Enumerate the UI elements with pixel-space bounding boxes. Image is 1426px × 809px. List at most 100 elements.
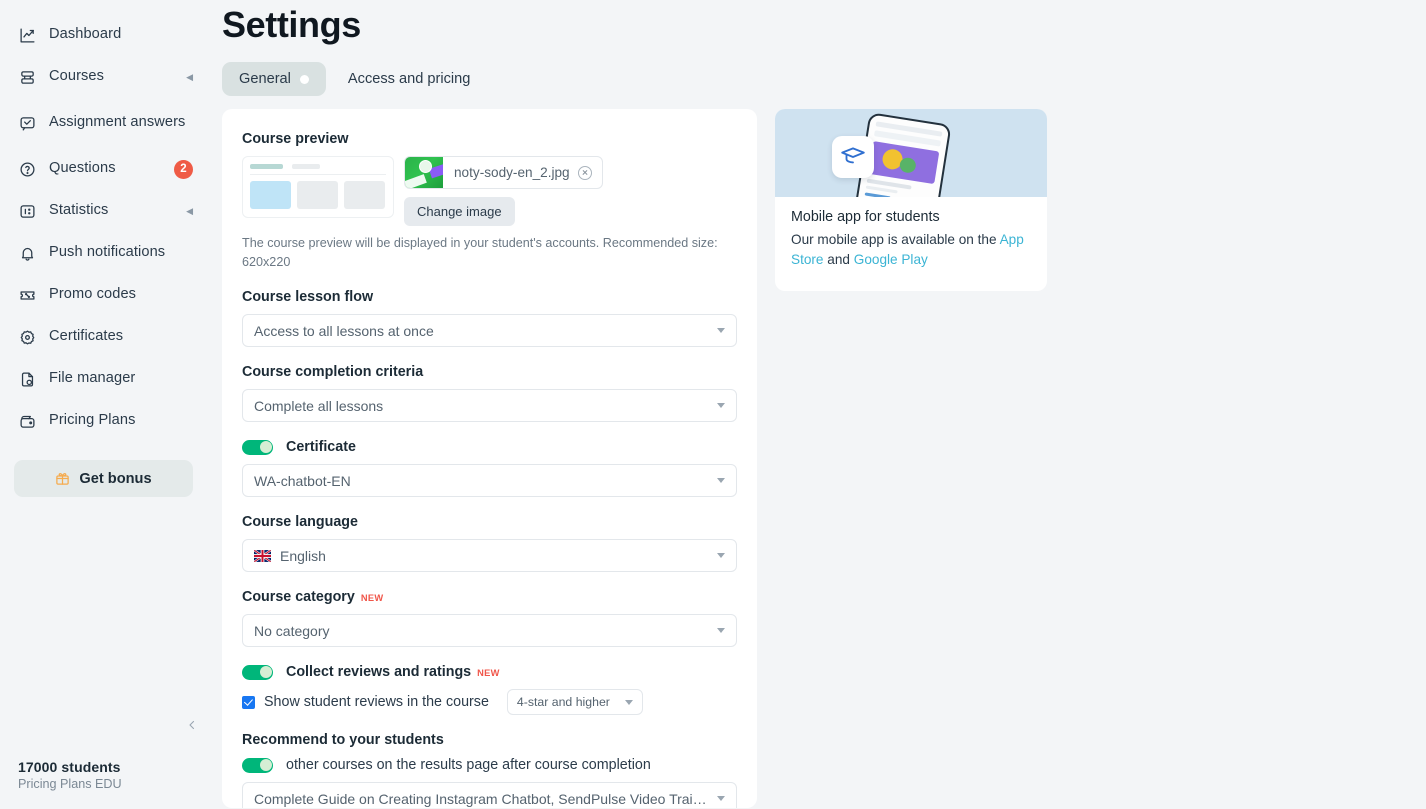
tab-general[interactable]: General: [222, 62, 326, 96]
promo-illustration: [775, 109, 1047, 197]
collect-reviews-toggle[interactable]: [242, 664, 273, 680]
sidebar: Dashboard Courses ◀ Assignment answers Q…: [0, 0, 207, 809]
sidebar-item-courses[interactable]: Courses ◀: [0, 56, 207, 98]
recommend-field: Recommend to your students other courses…: [242, 732, 737, 808]
sidebar-item-file-manager[interactable]: File manager: [0, 358, 207, 400]
sidebar-item-certificates[interactable]: Certificates: [0, 316, 207, 358]
statistics-icon: [18, 202, 36, 220]
sidebar-item-dashboard[interactable]: Dashboard: [0, 14, 207, 56]
course-lesson-flow-select[interactable]: Access to all lessons at once: [242, 314, 737, 348]
course-completion-criteria-field: Course completion criteria Complete all …: [242, 364, 737, 423]
recommend-label: Recommend to your students: [242, 732, 444, 749]
course-category-label: Course category: [242, 589, 355, 606]
tab-access-and-pricing[interactable]: Access and pricing: [331, 62, 488, 96]
file-cloud-icon: [18, 370, 36, 388]
message-check-icon: [18, 114, 36, 132]
course-preview-placeholder: [242, 156, 394, 218]
collect-reviews-label: Collect reviews and ratings: [286, 664, 472, 681]
mobile-app-promo-card: Mobile app for students Our mobile app i…: [775, 109, 1047, 291]
plan-name: Pricing Plans EDU: [18, 777, 122, 791]
course-category-select[interactable]: No category: [242, 614, 737, 648]
collect-reviews-toggle-row: Collect reviews and ratings NEW: [242, 664, 737, 680]
collapse-sidebar-chevron-icon[interactable]: [183, 716, 201, 734]
recommend-toggle-row: other courses on the results page after …: [242, 757, 737, 773]
page-title: Settings: [222, 4, 361, 45]
chevron-left-icon[interactable]: ◀: [186, 206, 193, 216]
recommended-courses-value: Complete Guide on Creating Instagram Cha…: [254, 790, 709, 807]
sidebar-item-label: Promo codes: [49, 286, 137, 303]
chevron-down-icon: [717, 403, 725, 409]
sidebar-item-label: Assignment answers: [49, 114, 186, 131]
sidebar-item-label: Pricing Plans: [49, 412, 136, 429]
sidebar-item-label: Courses: [49, 68, 105, 85]
chevron-left-icon[interactable]: ◀: [186, 72, 193, 82]
sidebar-item-label: File manager: [49, 370, 136, 387]
certificate-value: WA-chatbot-EN: [254, 472, 351, 489]
promo-text-and: and: [827, 252, 850, 268]
collect-reviews-label-row: Collect reviews and ratings NEW: [286, 664, 500, 680]
promo-body: Mobile app for students Our mobile app i…: [775, 197, 1047, 270]
new-badge: NEW: [477, 668, 500, 679]
sidebar-item-push-notifications[interactable]: Push notifications: [0, 232, 207, 274]
get-bonus-button[interactable]: Get bonus: [14, 460, 193, 497]
sidebar-item-assignment-answers[interactable]: Assignment answers: [0, 98, 207, 148]
sidebar-item-pricing-plans[interactable]: Pricing Plans: [0, 400, 207, 442]
course-completion-criteria-value: Complete all lessons: [254, 397, 384, 414]
stack-icon: [18, 68, 36, 86]
certificate-label: Certificate: [286, 439, 356, 456]
file-column: noty-sody-en_2.jpg Change image: [404, 156, 603, 226]
rosette-icon: [18, 328, 36, 346]
promo-text: Our mobile app is available on the App S…: [791, 230, 1031, 270]
wallet-icon: [18, 412, 36, 430]
course-completion-criteria-select[interactable]: Complete all lessons: [242, 389, 737, 423]
sidebar-nav: Dashboard Courses ◀ Assignment answers Q…: [0, 14, 207, 442]
sidebar-item-promo-codes[interactable]: Promo codes: [0, 274, 207, 316]
remove-file-icon[interactable]: [577, 165, 592, 180]
certificate-toggle[interactable]: [242, 439, 273, 455]
course-language-value: English: [280, 547, 326, 564]
sidebar-item-label: Statistics: [49, 202, 109, 219]
course-preview-hint: The course preview will be displayed in …: [242, 236, 718, 270]
recommend-toggle-label: other courses on the results page after …: [286, 757, 651, 774]
certificate-toggle-row: Certificate: [242, 439, 737, 455]
graduation-cap-icon: [832, 136, 874, 178]
show-reviews-checkbox[interactable]: [242, 695, 255, 709]
sidebar-footer: 17000 students Pricing Plans EDU: [18, 759, 122, 791]
change-image-button[interactable]: Change image: [404, 197, 515, 226]
course-preview-row: noty-sody-en_2.jpg Change image: [242, 156, 737, 226]
rating-filter-value: 4-star and higher: [516, 695, 610, 710]
google-play-link[interactable]: Google Play: [854, 252, 928, 267]
course-language-field: Course language English: [242, 514, 737, 573]
course-lesson-flow-value: Access to all lessons at once: [254, 322, 434, 339]
promo-text-before: Our mobile app is available on the: [791, 232, 997, 247]
chart-line-icon: [18, 26, 36, 44]
gift-icon: [55, 471, 70, 486]
general-settings-card: Course preview noty-sody-en_2.jpg Change…: [222, 109, 757, 808]
sidebar-item-label: Questions: [49, 160, 116, 177]
course-language-select[interactable]: English: [242, 539, 737, 573]
content-row: Course preview noty-sody-en_2.jpg Change…: [215, 109, 1426, 808]
uploaded-file-chip[interactable]: noty-sody-en_2.jpg: [404, 156, 603, 189]
tab-access-and-pricing-label: Access and pricing: [347, 71, 471, 87]
sidebar-item-questions[interactable]: Questions 2: [0, 148, 207, 190]
show-reviews-row: Show student reviews in the course 4-sta…: [242, 689, 737, 716]
rating-filter-select[interactable]: 4-star and higher: [506, 689, 643, 716]
new-badge: NEW: [360, 593, 384, 604]
collect-reviews-field: Collect reviews and ratings NEW Show stu…: [242, 664, 737, 716]
tab-bar: General Access and pricing: [222, 62, 1426, 96]
certificate-select[interactable]: WA-chatbot-EN: [242, 464, 737, 498]
recommended-courses-select[interactable]: Complete Guide on Creating Instagram Cha…: [242, 782, 737, 808]
chevron-down-icon: [717, 628, 725, 634]
chevron-down-icon: [717, 478, 725, 484]
chevron-down-icon: [717, 553, 725, 559]
students-count: 17000 students: [18, 759, 121, 775]
course-category-label-row: Course category NEW: [242, 589, 737, 605]
active-tab-dot-icon: [299, 74, 309, 84]
sidebar-item-label: Dashboard: [49, 26, 122, 43]
recommend-toggle[interactable]: [242, 757, 273, 773]
course-lesson-flow-label: Course lesson flow: [242, 289, 374, 306]
tab-general-label: General: [239, 71, 291, 87]
course-language-label: Course language: [242, 514, 358, 531]
sidebar-item-statistics[interactable]: Statistics ◀: [0, 190, 207, 232]
file-thumbnail: [405, 157, 443, 188]
